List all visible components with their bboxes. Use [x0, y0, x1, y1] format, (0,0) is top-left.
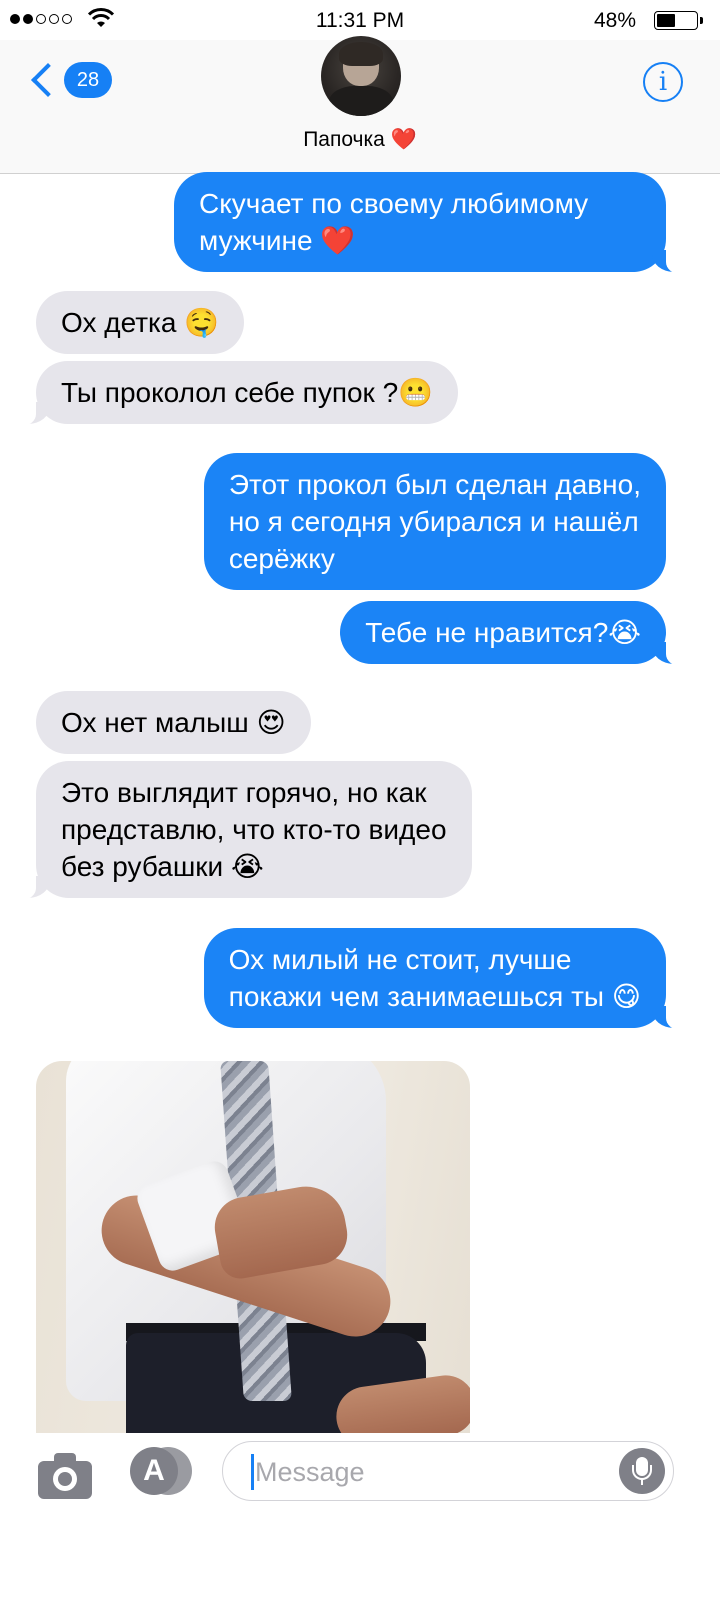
battery-percent: 48%: [593, 9, 636, 32]
battery-icon: [654, 11, 703, 30]
message-bubble-incoming[interactable]: Ох детка 🤤: [36, 291, 245, 354]
dictation-button[interactable]: [619, 1448, 665, 1494]
message-text: но я сегодня убирался и нашёл: [228, 506, 639, 537]
message-bubble-outgoing[interactable]: Этот прокол был сделан давно, но я сегод…: [203, 453, 666, 590]
info-button[interactable]: i: [643, 62, 683, 102]
unread-count-badge: 28: [64, 62, 112, 98]
message-bubble-outgoing[interactable]: Тебе не нравится?😭: [340, 601, 690, 666]
message-text: Ох нет малыш 😍: [61, 707, 286, 738]
message-text: Скучает по своему любимому: [199, 188, 589, 219]
compose-bar: A: [0, 1433, 720, 1600]
app-store-icon: A: [130, 1447, 178, 1495]
message-bubble-incoming[interactable]: Ох нет малыш 😍: [36, 691, 311, 754]
message-text: представлю, что кто-то видео: [61, 814, 447, 845]
message-field[interactable]: [222, 1441, 674, 1501]
status-bar: 11:31 PM 48%: [0, 0, 720, 40]
message-text: без рубашки 😭: [61, 851, 264, 882]
message-text: Ох милый не стоит, лучше: [228, 944, 572, 975]
back-button[interactable]: 28: [28, 62, 112, 98]
message-text: Тебе не нравится?😭: [365, 617, 641, 648]
info-icon: i: [658, 67, 668, 97]
message-bubble-outgoing[interactable]: Ох милый не стоит, лучше покажи чем зани…: [203, 928, 691, 1030]
message-text: Ох детка 🤤: [61, 307, 220, 338]
conversation-header: 28 Папочка ❤️ i: [0, 36, 720, 174]
message-text: Ты проколол себе пупок ?😬: [61, 377, 434, 408]
chevron-left-icon: [31, 63, 65, 97]
message-input[interactable]: [253, 1452, 597, 1492]
message-bubble-incoming[interactable]: Ты проколол себе пупок ?😬: [11, 361, 459, 426]
camera-button[interactable]: [38, 1453, 92, 1499]
message-bubble-incoming[interactable]: Это выглядит горячо, но как представлю, …: [12, 761, 472, 900]
contact-avatar[interactable]: [321, 36, 401, 116]
contact-name[interactable]: Папочка ❤️: [0, 128, 720, 152]
camera-icon: [53, 1467, 77, 1491]
app-store-button[interactable]: A: [130, 1447, 192, 1495]
message-bubble-outgoing[interactable]: Скучает по своему любимому мужчине ❤️: [174, 172, 690, 274]
message-text: покажи чем занимаешься ты 😋: [228, 981, 641, 1012]
photo-attachment[interactable]: [36, 1061, 470, 1433]
message-text: мужчине ❤️: [199, 225, 356, 256]
message-text: Это выглядит горячо, но как: [61, 777, 427, 808]
message-text: Этот прокол был сделан давно,: [228, 469, 641, 500]
message-text: серёжку: [228, 543, 335, 574]
